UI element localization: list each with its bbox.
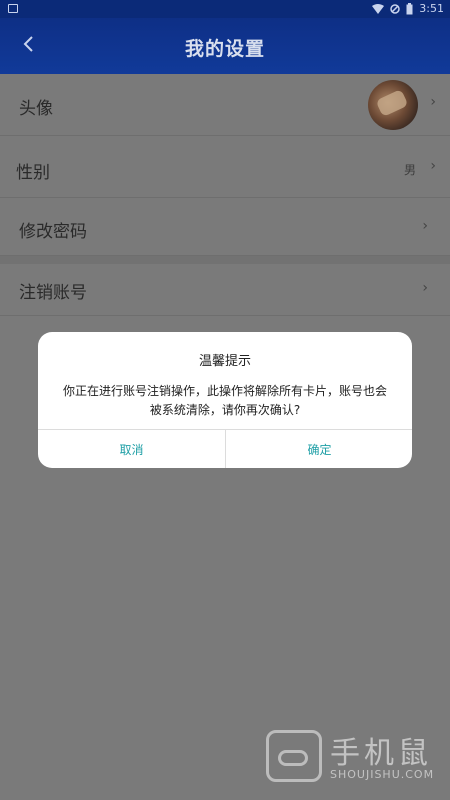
status-time: 3:51 — [419, 2, 444, 15]
watermark-site: SHOUJISHU.COM — [330, 768, 435, 781]
avatar[interactable] — [368, 80, 418, 130]
page-title: 我的设置 — [184, 38, 265, 60]
gender-label: 性别 — [16, 163, 50, 183]
cancel-button[interactable]: 取消 — [38, 430, 225, 468]
status-bar: 3:51 — [0, 0, 450, 18]
settings-row-cancel-account[interactable]: 注销账号 › — [0, 264, 450, 316]
settings-row-gender[interactable]: 性别 男 › — [0, 136, 450, 198]
watermark-brand: 手机鼠 — [330, 736, 432, 771]
confirm-button[interactable]: 确定 — [226, 430, 412, 468]
confirm-dialog: 温馨提示 你正在进行账号注销操作，此操作将解除所有卡片，账号也会被系统清除，请你… — [38, 332, 412, 468]
battery-icon — [406, 2, 413, 15]
wifi-icon — [372, 3, 385, 15]
watermark: 手机鼠 SHOUJISHU.COM — [266, 728, 436, 786]
watermark-cloud-icon — [278, 750, 308, 766]
chevron-right-icon: › — [422, 218, 428, 234]
dialog-message: 你正在进行账号注销操作，此操作将解除所有卡片，账号也会被系统清除，请你再次确认? — [62, 384, 387, 417]
password-label: 修改密码 — [19, 222, 87, 242]
avatar-label: 头像 — [19, 99, 53, 119]
signal-icon — [390, 3, 401, 15]
cancel-account-label: 注销账号 — [19, 283, 87, 303]
settings-row-avatar[interactable]: 头像 › — [0, 74, 450, 136]
chevron-right-icon: › — [422, 280, 428, 296]
dialog-title: 温馨提示 — [198, 354, 251, 369]
gender-value: 男 — [403, 163, 416, 177]
app-header: 我的设置 — [0, 18, 450, 74]
chevron-right-icon: › — [430, 94, 436, 110]
status-icons: 3:51 — [372, 2, 444, 15]
section-divider — [0, 256, 450, 264]
settings-list: 头像 › 性别 男 › 修改密码 › 注销账号 › — [0, 74, 450, 316]
notification-icon — [8, 4, 18, 13]
settings-row-password[interactable]: 修改密码 › — [0, 198, 450, 256]
chevron-right-icon: › — [430, 158, 436, 174]
